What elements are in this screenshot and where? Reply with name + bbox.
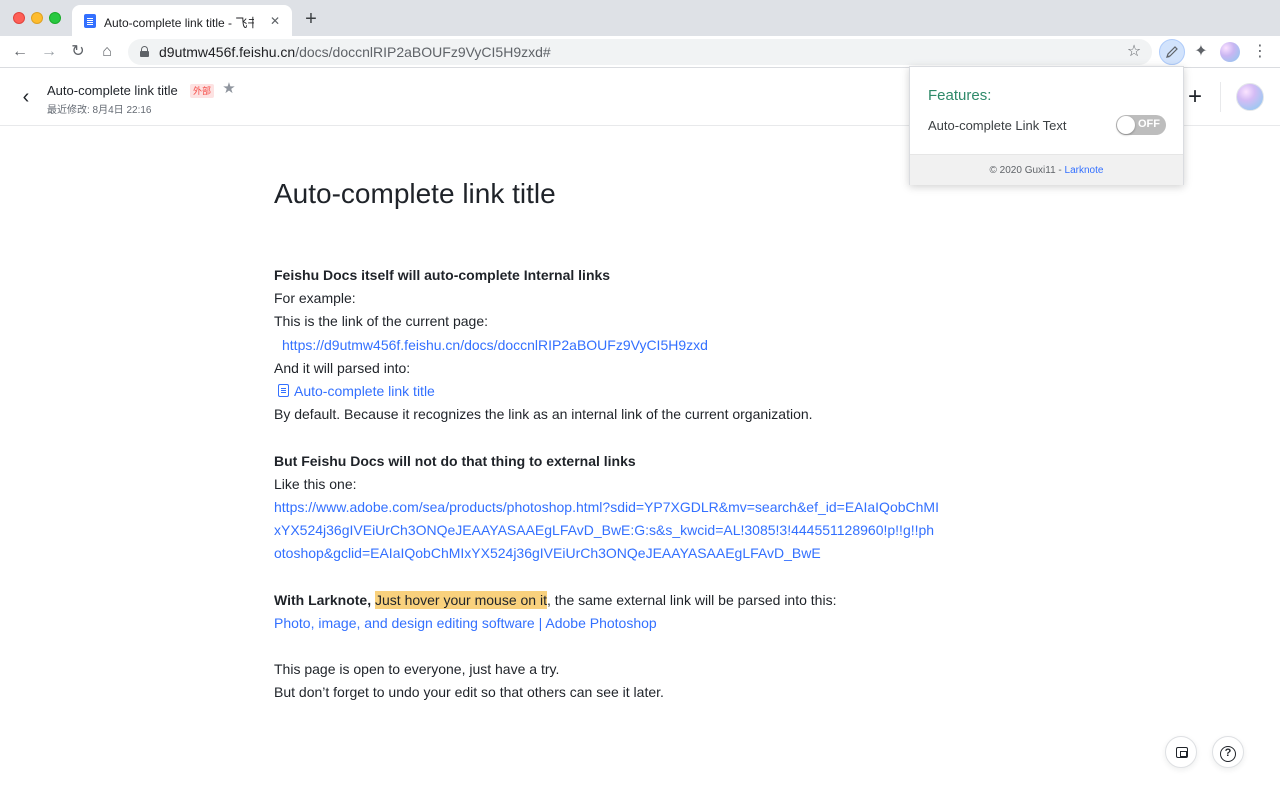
section3-line[interactable]: With Larknote, Just hover your mouse on …: [274, 589, 954, 612]
toggle-state: OFF: [1138, 118, 1160, 130]
profile-avatar[interactable]: [1220, 42, 1240, 62]
puzzle-icon[interactable]: ✦: [1190, 41, 1212, 63]
header-divider: [1220, 82, 1221, 112]
parsed-external-link[interactable]: Photo, image, and design editing softwar…: [274, 615, 657, 631]
larknote-popup: Features: Auto-complete Link Text OFF © …: [909, 66, 1184, 185]
url-path: /docs/doccnlRIP2aBOUFz9VyCI5H9zxd#: [295, 44, 551, 60]
bookmark-star-icon[interactable]: ☆: [1124, 42, 1144, 62]
external-link[interactable]: https://www.adobe.com/sea/products/photo…: [274, 499, 939, 561]
section3-bold-lead: With Larknote,: [274, 591, 372, 608]
document-icon: [278, 383, 289, 397]
new-tab-button[interactable]: +: [301, 9, 321, 29]
section2-heading[interactable]: But Feishu Docs will not do that thing t…: [274, 450, 954, 473]
last-modified: 最近修改: 8月4日 22:16: [47, 105, 152, 116]
larknote-link[interactable]: Larknote: [1065, 165, 1104, 176]
help-button[interactable]: ?: [1212, 736, 1244, 768]
section1-heading[interactable]: Feishu Docs itself will auto-complete In…: [274, 264, 954, 287]
toggle-knob: [1117, 116, 1135, 134]
favorite-star-icon[interactable]: ★: [220, 80, 238, 98]
browser-toolbar: ← → ↻ ⌂ d9utmw456f.feishu.cn/docs/doccnl…: [0, 36, 1280, 68]
tab-title: Auto-complete link title - 飞书云文档: [104, 16, 254, 30]
section2-intro[interactable]: Like this one:: [274, 473, 954, 496]
larknote-extension-button[interactable]: [1159, 39, 1185, 65]
add-icon[interactable]: +: [1184, 85, 1206, 109]
back-arrow-icon[interactable]: ←: [9, 41, 31, 63]
section1-intro[interactable]: This is the link of the current page:: [274, 310, 954, 333]
outline-icon: [1176, 747, 1188, 758]
section1-reason[interactable]: By default. Because it recognizes the li…: [274, 403, 954, 426]
closing-line-1[interactable]: This page is open to everyone, just have…: [274, 658, 954, 681]
tab-close-icon[interactable]: ✕: [267, 13, 283, 29]
browser-tab-active[interactable]: Auto-complete link title - 飞书云文档 ✕: [72, 5, 292, 36]
user-avatar[interactable]: [1236, 83, 1264, 111]
url-text[interactable]: d9utmw456f.feishu.cn/docs/doccnlRIP2aBOU…: [159, 44, 551, 60]
close-window-button[interactable]: [13, 12, 25, 24]
browser-tabstrip: Auto-complete link title - 飞书云文档 ✕ +: [0, 0, 1280, 36]
parsed-internal-link[interactable]: Auto-complete link title: [294, 383, 435, 399]
highlighted-text[interactable]: Just hover your mouse on it: [375, 590, 547, 609]
section1-parsed-intro[interactable]: And it will parsed into:: [274, 357, 954, 380]
document-favicon-icon: [84, 14, 96, 28]
doc-header-title[interactable]: Auto-complete link title: [47, 83, 178, 98]
home-icon[interactable]: ⌂: [96, 41, 118, 63]
url-host: d9utmw456f.feishu.cn: [159, 44, 296, 60]
internal-link[interactable]: https://d9utmw456f.feishu.cn/docs/doccnl…: [282, 337, 708, 353]
question-icon: ?: [1220, 746, 1236, 762]
document-title[interactable]: Auto-complete link title: [274, 170, 954, 218]
auto-complete-feature-label: Auto-complete Link Text: [928, 118, 1067, 133]
lock-icon[interactable]: [140, 46, 149, 57]
kebab-menu-icon[interactable]: ⋮: [1251, 41, 1269, 63]
forward-arrow-icon[interactable]: →: [38, 41, 60, 63]
document-body[interactable]: Auto-complete link title Feishu Docs its…: [274, 170, 954, 705]
pen-icon: [1166, 46, 1178, 58]
reload-icon[interactable]: ↻: [67, 41, 89, 63]
parsed-internal-link-row[interactable]: Auto-complete link title: [274, 380, 954, 403]
footer-copyright: © 2020 Guxi11 -: [989, 165, 1065, 176]
section3-rest: , the same external link will be parsed …: [546, 591, 837, 608]
minimize-window-button[interactable]: [31, 12, 43, 24]
popup-footer: © 2020 Guxi11 - Larknote: [910, 154, 1183, 185]
address-bar[interactable]: d9utmw456f.feishu.cn/docs/doccnlRIP2aBOU…: [128, 39, 1152, 65]
closing-line-2[interactable]: But don’t forget to undo your edit so th…: [274, 681, 954, 704]
auto-complete-toggle[interactable]: OFF: [1116, 115, 1166, 135]
outline-button[interactable]: [1165, 736, 1197, 768]
external-badge: 外部: [190, 84, 215, 98]
section1-example[interactable]: For example:: [274, 287, 954, 310]
maximize-window-button[interactable]: [49, 12, 61, 24]
back-chevron-icon[interactable]: ‹: [15, 85, 37, 109]
popup-heading: Features:: [928, 87, 992, 104]
